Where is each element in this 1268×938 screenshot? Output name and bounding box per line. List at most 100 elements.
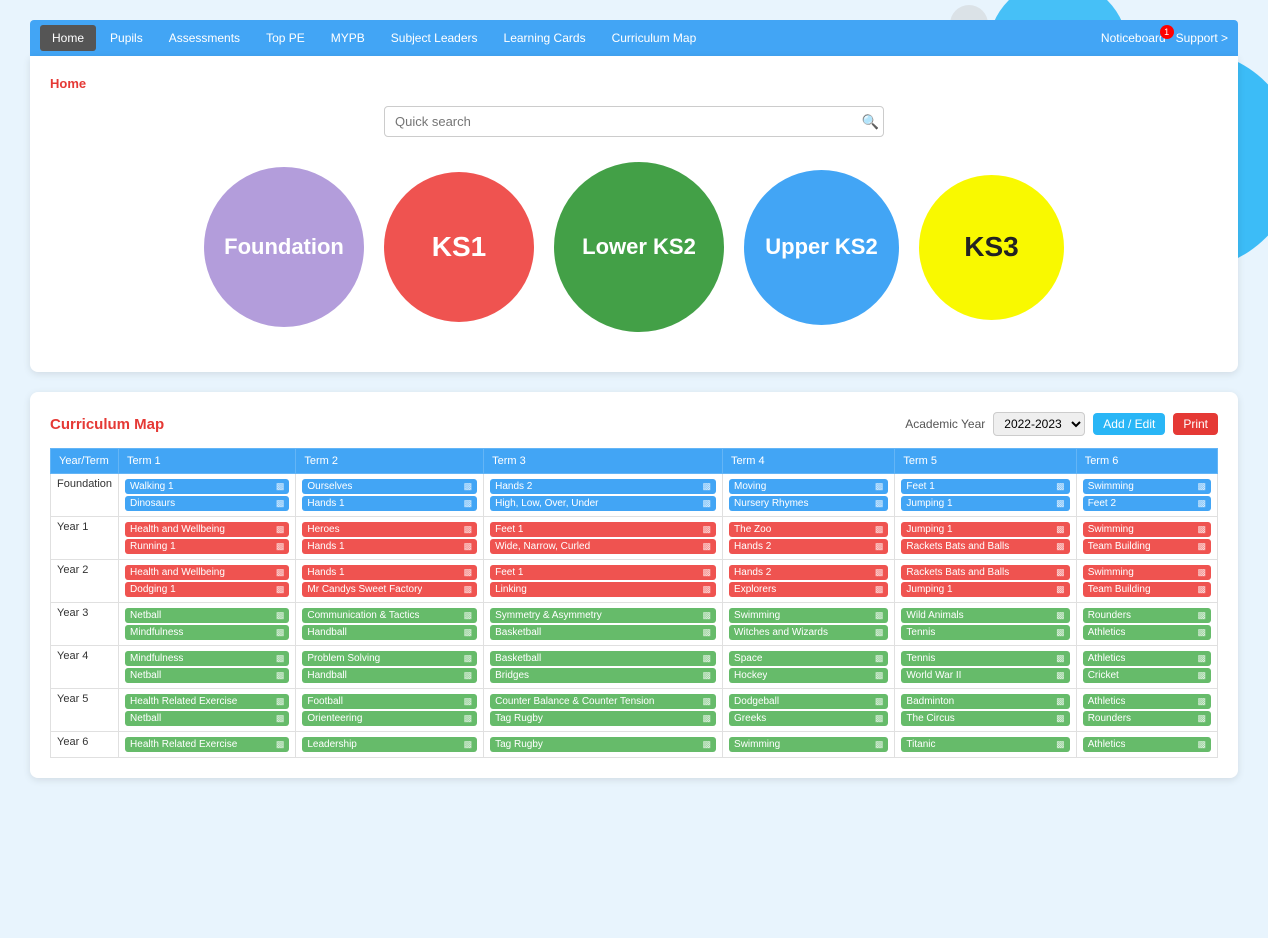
print-button[interactable]: Print: [1173, 413, 1218, 435]
activity-tag[interactable]: Moving▩: [729, 479, 888, 494]
activity-tag[interactable]: Explorers▩: [729, 582, 888, 597]
activity-tag[interactable]: Hands 2▩: [729, 565, 888, 580]
nav-item-subject-leaders[interactable]: Subject Leaders: [379, 25, 490, 51]
activity-tag[interactable]: Tennis▩: [901, 625, 1069, 640]
activity-tag[interactable]: Swimming▩: [729, 608, 888, 623]
activity-tag[interactable]: Mr Candys Sweet Factory▩: [302, 582, 477, 597]
activity-tag[interactable]: Witches and Wizards▩: [729, 625, 888, 640]
activity-tag[interactable]: Health and Wellbeing▩: [125, 565, 289, 580]
activity-tag[interactable]: Athletics▩: [1083, 694, 1211, 709]
activity-tag[interactable]: Feet 1▩: [490, 522, 716, 537]
activity-tag[interactable]: Heroes▩: [302, 522, 477, 537]
activity-tag[interactable]: Rounders▩: [1083, 608, 1211, 623]
activity-tag[interactable]: Titanic▩: [901, 737, 1069, 752]
activity-tag[interactable]: Feet 1▩: [901, 479, 1069, 494]
nav-item-assessments[interactable]: Assessments: [157, 25, 252, 51]
ks-circle-ks1[interactable]: KS1: [384, 172, 534, 322]
add-edit-button[interactable]: Add / Edit: [1093, 413, 1165, 435]
ks-circle-lower-ks2[interactable]: Lower KS2: [554, 162, 724, 332]
activity-tag[interactable]: Swimming▩: [1083, 565, 1211, 580]
activity-tag[interactable]: Tag Rugby▩: [490, 737, 716, 752]
activity-tag[interactable]: Rackets Bats and Balls▩: [901, 539, 1069, 554]
activity-tag[interactable]: Jumping 1▩: [901, 582, 1069, 597]
activity-tag[interactable]: Wide, Narrow, Curled▩: [490, 539, 716, 554]
activity-tag[interactable]: Feet 2▩: [1083, 496, 1211, 511]
activity-tag[interactable]: Basketball▩: [490, 625, 716, 640]
activity-tag[interactable]: Space▩: [729, 651, 888, 666]
activity-tag[interactable]: Handball▩: [302, 625, 477, 640]
activity-tag[interactable]: Netball▩: [125, 668, 289, 683]
activity-tag[interactable]: Health and Wellbeing▩: [125, 522, 289, 537]
activity-tag[interactable]: The Circus▩: [901, 711, 1069, 726]
nav-item-top-pe[interactable]: Top PE: [254, 25, 317, 51]
activity-tag[interactable]: Athletics▩: [1083, 625, 1211, 640]
term-cell-1: Health Related Exercise▩ Netball▩: [119, 689, 296, 732]
activity-tag[interactable]: Dinosaurs▩: [125, 496, 289, 511]
activity-tag[interactable]: Dodging 1▩: [125, 582, 289, 597]
activity-tag[interactable]: Linking▩: [490, 582, 716, 597]
activity-tag[interactable]: Swimming▩: [729, 737, 888, 752]
activity-tag[interactable]: Jumping 1▩: [901, 496, 1069, 511]
activity-tag[interactable]: Communication & Tactics▩: [302, 608, 477, 623]
ks-circle-foundation[interactable]: Foundation: [204, 167, 364, 327]
activity-tag[interactable]: Health Related Exercise▩: [125, 694, 289, 709]
activity-tag[interactable]: Handball▩: [302, 668, 477, 683]
activity-tag[interactable]: Athletics▩: [1083, 651, 1211, 666]
activity-tag[interactable]: Orienteering▩: [302, 711, 477, 726]
ks-circle-ks3[interactable]: KS3: [919, 175, 1064, 320]
activity-tag[interactable]: Tennis▩: [901, 651, 1069, 666]
activity-tag[interactable]: Swimming▩: [1083, 522, 1211, 537]
activity-tag[interactable]: Hands 1▩: [302, 496, 477, 511]
activity-tag[interactable]: Running 1▩: [125, 539, 289, 554]
activity-tag[interactable]: Football▩: [302, 694, 477, 709]
activity-tag[interactable]: Netball▩: [125, 608, 289, 623]
activity-tag[interactable]: Hockey▩: [729, 668, 888, 683]
activity-tag[interactable]: Health Related Exercise▩: [125, 737, 289, 752]
activity-tag[interactable]: Problem Solving▩: [302, 651, 477, 666]
activity-tag[interactable]: The Zoo▩: [729, 522, 888, 537]
nav-item-curriculum-map[interactable]: Curriculum Map: [600, 25, 709, 51]
activity-tag[interactable]: Hands 1▩: [302, 565, 477, 580]
activity-tag[interactable]: Team Building▩: [1083, 582, 1211, 597]
activity-tag[interactable]: Netball▩: [125, 711, 289, 726]
activity-tag[interactable]: Nursery Rhymes▩: [729, 496, 888, 511]
activity-tag[interactable]: Hands 2▩: [490, 479, 716, 494]
activity-tag[interactable]: Leadership▩: [302, 737, 477, 752]
activity-tag[interactable]: Athletics▩: [1083, 737, 1211, 752]
activity-tag[interactable]: Wild Animals▩: [901, 608, 1069, 623]
nav-item-mypb[interactable]: MYPB: [319, 25, 377, 51]
term-cell-2: Ourselves▩ Hands 1▩: [296, 474, 484, 517]
activity-tag[interactable]: Badminton▩: [901, 694, 1069, 709]
activity-tag[interactable]: Walking 1▩: [125, 479, 289, 494]
activity-tag[interactable]: Hands 2▩: [729, 539, 888, 554]
activity-tag[interactable]: High, Low, Over, Under▩: [490, 496, 716, 511]
activity-tag[interactable]: Basketball▩: [490, 651, 716, 666]
noticeboard-button[interactable]: Noticeboard 1: [1101, 31, 1166, 45]
nav-item-pupils[interactable]: Pupils: [98, 25, 155, 51]
activity-tag[interactable]: Feet 1▩: [490, 565, 716, 580]
activity-tag[interactable]: World War II▩: [901, 668, 1069, 683]
activity-tag[interactable]: Dodgeball▩: [729, 694, 888, 709]
activity-tag[interactable]: Greeks▩: [729, 711, 888, 726]
activity-tag[interactable]: Bridges▩: [490, 668, 716, 683]
activity-tag[interactable]: Rounders▩: [1083, 711, 1211, 726]
nav-item-learning-cards[interactable]: Learning Cards: [492, 25, 598, 51]
activity-tag[interactable]: Counter Balance & Counter Tension▩: [490, 694, 716, 709]
search-input[interactable]: [384, 106, 884, 137]
activity-tag[interactable]: Mindfulness▩: [125, 651, 289, 666]
activity-tag[interactable]: Tag Rugby▩: [490, 711, 716, 726]
activity-tag[interactable]: Jumping 1▩: [901, 522, 1069, 537]
activity-tag[interactable]: Hands 1▩: [302, 539, 477, 554]
nav-item-home[interactable]: Home: [40, 25, 96, 51]
activity-tag[interactable]: Symmetry & Asymmetry▩: [490, 608, 716, 623]
activity-tag[interactable]: Cricket▩: [1083, 668, 1211, 683]
activity-tag[interactable]: Team Building▩: [1083, 539, 1211, 554]
activity-tag[interactable]: Mindfulness▩: [125, 625, 289, 640]
activity-tag[interactable]: Ourselves▩: [302, 479, 477, 494]
search-button[interactable]: 🔍: [862, 113, 879, 130]
academic-year-select[interactable]: 2022-2023: [993, 412, 1085, 436]
activity-tag[interactable]: Rackets Bats and Balls▩: [901, 565, 1069, 580]
ks-circle-upper-ks2[interactable]: Upper KS2: [744, 170, 899, 325]
activity-tag[interactable]: Swimming▩: [1083, 479, 1211, 494]
support-button[interactable]: Support >: [1176, 31, 1228, 45]
